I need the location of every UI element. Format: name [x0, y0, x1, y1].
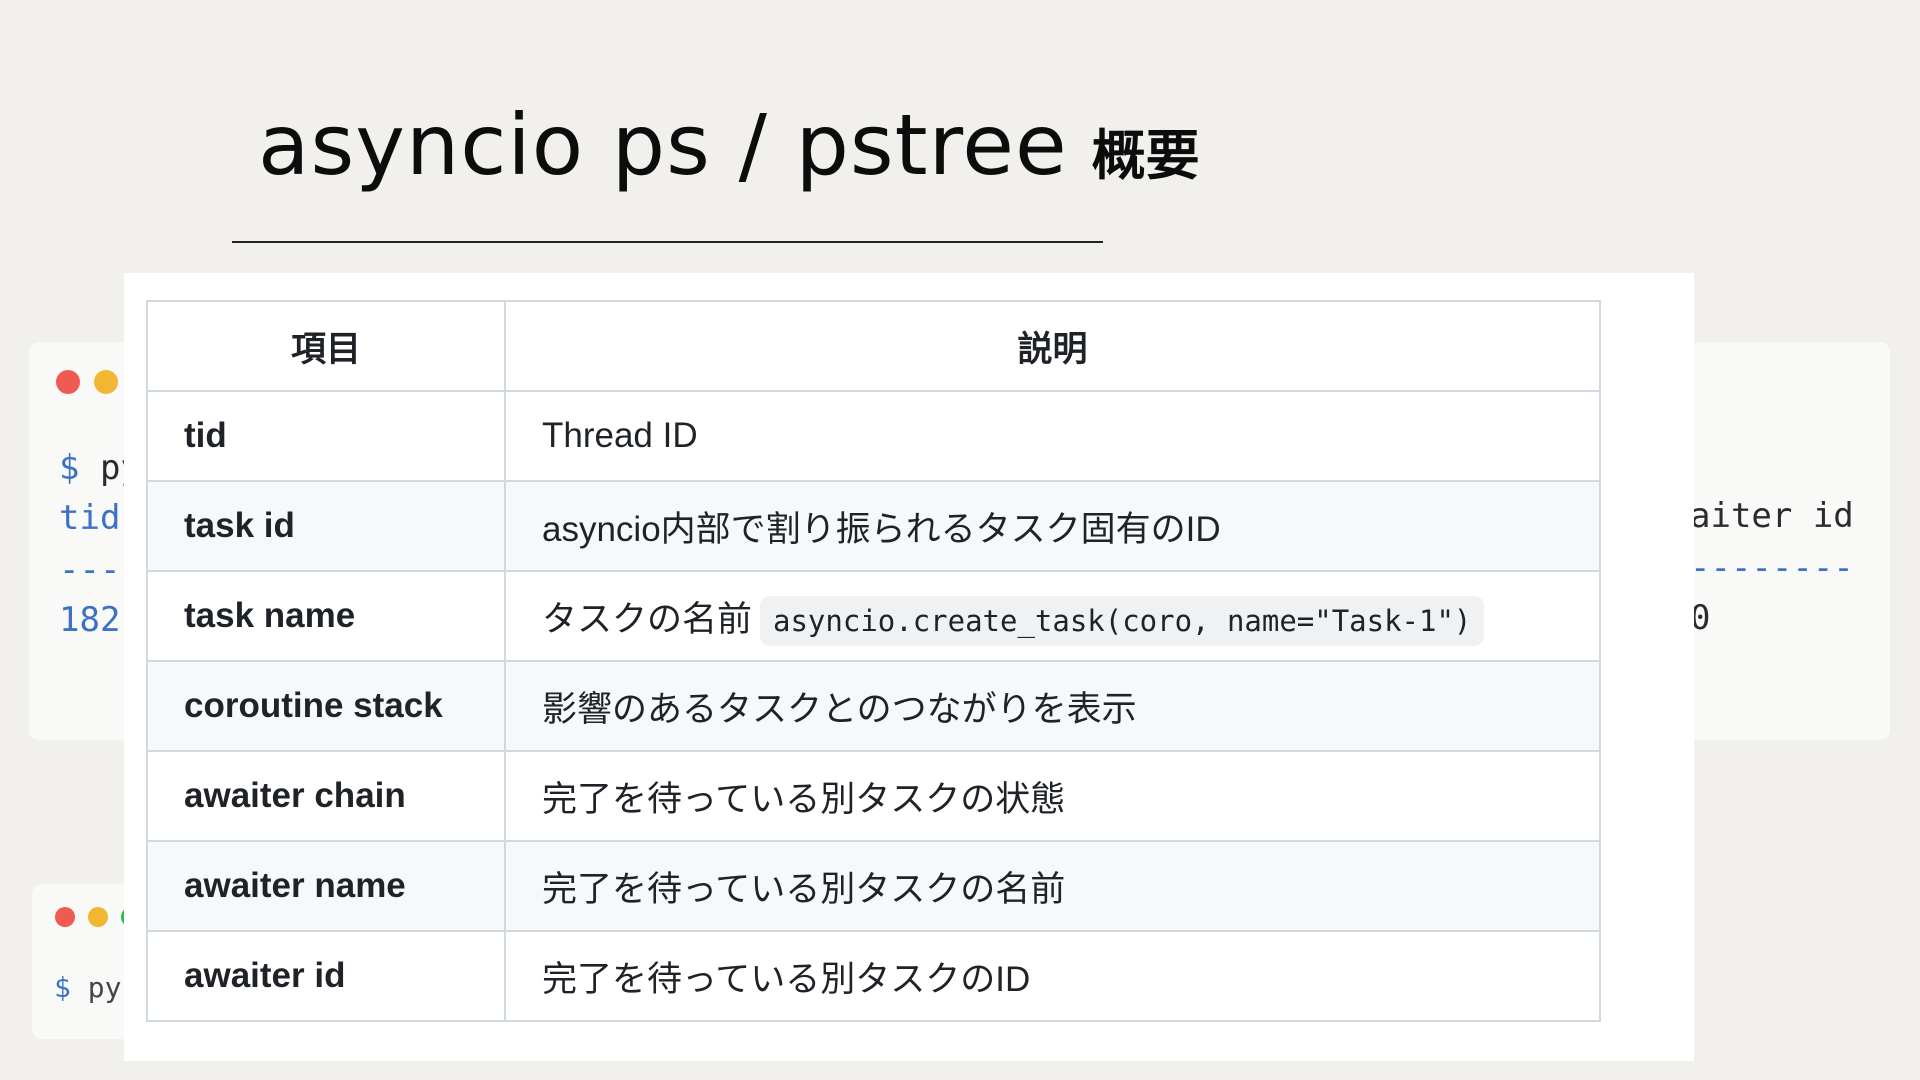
- row-description: 影響のあるタスクとのつながりを表示: [504, 660, 1601, 752]
- table-row: coroutine stack 影響のあるタスクとのつながりを表示: [146, 660, 1601, 752]
- terminal-header: tid: [59, 498, 121, 538]
- row-key: tid: [146, 390, 506, 482]
- terminal-command: py: [87, 971, 122, 1004]
- row-key: coroutine stack: [146, 660, 506, 752]
- table-row: awaiter id 完了を待っている別タスクのID: [146, 930, 1601, 1022]
- row-key: awaiter name: [146, 840, 506, 932]
- minimize-dot-icon[interactable]: [88, 907, 108, 927]
- row-description: タスクの名前: [542, 599, 753, 639]
- terminal-command-line: $ py: [54, 968, 121, 1008]
- table-row: task name タスクの名前 asyncio.create_task(coro…: [146, 570, 1601, 662]
- table-header-row: 項目 説明: [146, 300, 1601, 392]
- row-description: asyncio内部で割り振られるタスク固有のID: [504, 480, 1601, 572]
- row-key: task name: [146, 570, 506, 662]
- column-header-description: 説明: [504, 300, 1601, 392]
- row-key: task id: [146, 480, 506, 572]
- minimize-dot-icon[interactable]: [94, 370, 118, 394]
- row-description-cell: タスクの名前 asyncio.create_task(coro, name="Ta…: [504, 570, 1601, 662]
- title-underline: [232, 241, 1103, 243]
- table-row: task id asyncio内部で割り振られるタスク固有のID: [146, 480, 1601, 572]
- row-description: 完了を待っている別タスクのID: [504, 930, 1601, 1022]
- terminal-separator: ---: [59, 550, 121, 590]
- inline-code: asyncio.create_task(coro, name="Task-1"): [760, 595, 1485, 646]
- row-description: 完了を待っている別タスクの状態: [504, 750, 1601, 842]
- row-description: 完了を待っている別タスクの名前: [504, 840, 1601, 932]
- slide-title-suffix: 概要: [1091, 123, 1200, 187]
- terminal-prompt: $: [54, 971, 71, 1004]
- slide-title-main: asyncio ps / pstree: [258, 96, 1068, 194]
- column-header-item: 項目: [146, 300, 506, 392]
- terminal-window-right: aiter id -------- 0: [1690, 342, 1890, 740]
- terminal-header: aiter id: [1690, 496, 1854, 536]
- row-key: awaiter chain: [146, 750, 506, 842]
- slide-title: asyncio ps / pstree 概要: [258, 96, 1200, 226]
- close-dot-icon[interactable]: [56, 370, 80, 394]
- table-row: tid Thread ID: [146, 390, 1601, 482]
- terminal-value: 182: [59, 600, 121, 640]
- fields-table: 項目 説明 tid Thread ID task id asyncio内部で割り…: [146, 300, 1601, 1022]
- close-dot-icon[interactable]: [55, 907, 75, 927]
- table-panel: 項目 説明 tid Thread ID task id asyncio内部で割り…: [124, 273, 1694, 1061]
- terminal-prompt: $: [59, 448, 80, 488]
- table-row: awaiter chain 完了を待っている別タスクの状態: [146, 750, 1601, 842]
- row-description: Thread ID: [504, 390, 1601, 482]
- table-row: awaiter name 完了を待っている別タスクの名前: [146, 840, 1601, 932]
- terminal-separator: --------: [1690, 548, 1854, 588]
- row-key: awaiter id: [146, 930, 506, 1022]
